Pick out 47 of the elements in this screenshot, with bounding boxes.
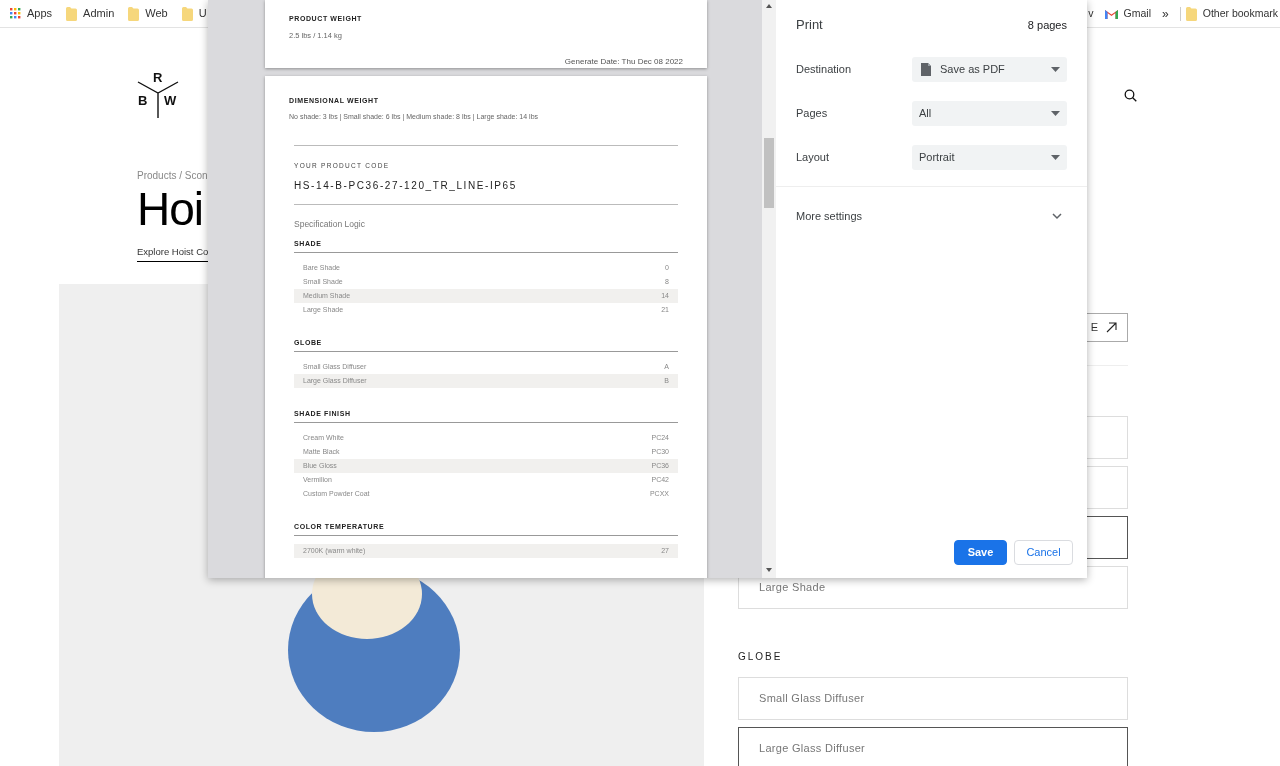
- dialog-title: Print: [796, 16, 823, 35]
- page-count: 8 pages: [1027, 17, 1067, 33]
- document-icon: [921, 63, 931, 76]
- scroll-down-icon[interactable]: [766, 568, 772, 572]
- logo-letter: B: [138, 94, 148, 108]
- arrow-icon: [1106, 322, 1117, 333]
- save-button[interactable]: Save: [954, 540, 1007, 565]
- mail-icon: [1104, 8, 1118, 19]
- search-icon[interactable]: [1124, 89, 1137, 102]
- chevron-icon: [1052, 212, 1062, 220]
- dropdown-arrow-icon: [1051, 67, 1060, 72]
- breadcrumb: Products / Scon: [137, 170, 208, 182]
- logo-letter: R: [153, 71, 163, 85]
- setting-label: Pages: [796, 106, 828, 122]
- bookmark[interactable]: Gmail: [1104, 5, 1152, 22]
- dropdown[interactable]: Portrait: [912, 145, 1067, 170]
- scroll-up-icon[interactable]: [766, 4, 772, 8]
- bookmark[interactable]: U: [181, 5, 207, 22]
- product-code: HS-14-B-PC36-27-120_TR_LINE-IP65: [294, 178, 518, 193]
- folder-icon: [128, 6, 140, 21]
- section-heading: GLOBE: [738, 650, 784, 664]
- folder-icon: [1185, 6, 1197, 21]
- overflow-button[interactable]: »: [1162, 4, 1169, 23]
- bookmark[interactable]: Web: [128, 5, 168, 22]
- cancel-button[interactable]: Cancel: [1014, 540, 1073, 565]
- setting-label: Layout: [796, 150, 830, 166]
- more-settings-toggle[interactable]: More settings: [796, 207, 1067, 225]
- dropdown-arrow-icon: [1051, 111, 1060, 116]
- logo-letter: W: [164, 94, 177, 108]
- dropdown[interactable]: Save as PDF: [912, 57, 1067, 82]
- option-button[interactable]: Small Glass Diffuser: [738, 677, 1128, 720]
- generate-date: Generate Date: Thu Dec 08 2022: [564, 55, 683, 68]
- option-button[interactable]: Large Glass Diffuser: [738, 727, 1128, 766]
- scrollbar[interactable]: [762, 0, 776, 578]
- folder-icon: [66, 6, 78, 21]
- bookmark[interactable]: Apps: [10, 5, 53, 22]
- page-title: Hoi: [137, 182, 204, 236]
- bookmark[interactable]: Admin: [66, 5, 115, 22]
- scroll-thumb[interactable]: [764, 138, 774, 208]
- spec-title: Specification Logic: [294, 217, 366, 231]
- dropdown[interactable]: All: [912, 101, 1067, 126]
- bookmark[interactable]: v: [1088, 5, 1094, 22]
- setting-label: Destination: [796, 62, 852, 78]
- dropdown-arrow-icon: [1051, 155, 1060, 160]
- folder-icon: [181, 6, 193, 21]
- bookmark[interactable]: Other bookmark: [1185, 5, 1278, 22]
- apps-grid-icon: [10, 8, 21, 19]
